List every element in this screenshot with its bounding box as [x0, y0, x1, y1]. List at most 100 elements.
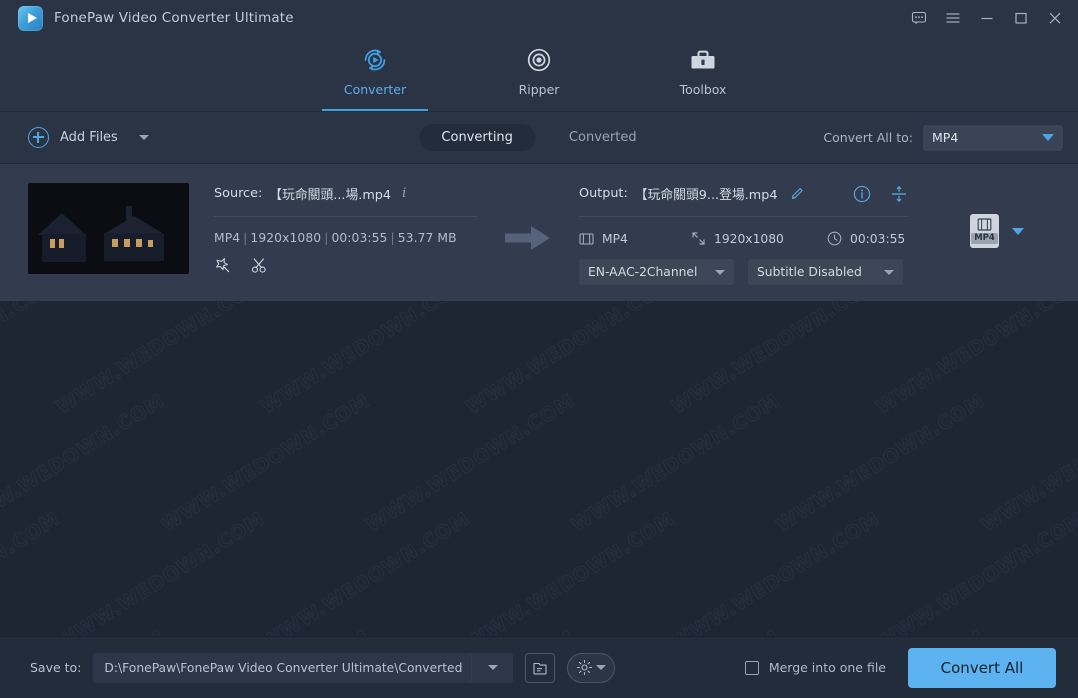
chevron-down-icon [884, 269, 894, 275]
watermark-text: WWW.WEDOWN.COM [977, 389, 1078, 537]
chevron-down-icon [715, 269, 725, 275]
watermark-text: WWW.WEDOWN.COM [0, 389, 169, 537]
source-info: Source: 【玩命關頭...場.mp4 i MP4 | 1920x1080 | 00… [214, 183, 477, 274]
menu-button[interactable] [936, 3, 970, 33]
subtitle-track-select[interactable]: Subtitle Disabled [748, 259, 903, 285]
close-icon [1049, 12, 1061, 24]
right-arrow-icon [505, 226, 550, 250]
speech-bubble-icon [911, 11, 927, 25]
save-to-label: Save to: [30, 660, 82, 675]
watermark-text: WWW.WEDOWN.COM [567, 389, 784, 537]
audio-track-select[interactable]: EN-AAC-2Channel [579, 259, 734, 285]
checkbox-box [744, 660, 759, 675]
output-properties: MP4 1920x1080 00:03:55 [579, 231, 908, 246]
watermark-text: WWW.WEDOWN.COM [157, 389, 374, 537]
window-controls [902, 3, 1072, 33]
output-duration-prop: 00:03:55 [827, 231, 905, 246]
folder-icon [533, 662, 547, 674]
convert-all-button[interactable]: Convert All [908, 647, 1056, 688]
output-info: Output: 【玩命關頭9...登場.mp4 MP4 1920x1080 00… [579, 183, 908, 285]
task-tabs: Converting Converted [419, 124, 658, 151]
application-window: FonePaw Video Converter Ultimate Convert… [0, 0, 1078, 698]
output-format-badge[interactable]: MP4 [970, 214, 999, 248]
chevron-down-icon [1042, 134, 1054, 141]
merge-label: Merge into one file [768, 660, 886, 675]
source-filesize: 53.77 MB [397, 231, 457, 245]
source-actions [214, 257, 477, 274]
output-duration: 00:03:55 [850, 231, 906, 246]
file-task-row: Source: 【玩命關頭...場.mp4 i MP4 | 1920x1080 | 00… [0, 164, 1078, 301]
watermark-text: WWW.WEDOWN.COM [52, 507, 269, 655]
save-to-path: D:\FonePaw\FonePaw Video Converter Ultim… [104, 660, 463, 675]
watermark-text: WWW.WEDOWN.COM [362, 389, 579, 537]
watermark-text: WWW.WEDOWN.COM [872, 507, 1078, 655]
add-files-button[interactable]: Add Files [28, 127, 149, 148]
convert-all-to-select[interactable]: MP4 [923, 124, 1063, 151]
disc-icon [527, 48, 551, 71]
hamburger-menu-icon [946, 13, 960, 23]
film-icon [579, 232, 594, 245]
minimize-button[interactable] [970, 3, 1004, 33]
nav-tab-toolbox[interactable]: Toolbox [650, 35, 756, 111]
minimize-icon [981, 17, 993, 20]
output-format-badge-label: MP4 [971, 233, 998, 244]
output-track-selects: EN-AAC-2Channel Subtitle Disabled [579, 259, 908, 285]
film-strip-icon [977, 218, 992, 231]
output-format-badge-group: MP4 [970, 214, 1024, 248]
main-nav: Converter Ripper Toolbox [0, 36, 1078, 112]
browse-folder-button[interactable] [525, 652, 556, 683]
output-title-row: Output: 【玩命關頭9...登場.mp4 [579, 184, 908, 203]
pencil-icon [791, 188, 803, 199]
source-format: MP4 [214, 231, 241, 245]
tab-converting[interactable]: Converting [419, 124, 535, 151]
save-to-dropdown-button[interactable] [471, 652, 513, 683]
output-settings-button[interactable] [890, 185, 908, 203]
edit-effects-button[interactable] [214, 257, 231, 274]
chevron-down-icon[interactable] [138, 135, 149, 140]
nav-tab-label: Ripper [518, 81, 560, 97]
save-to-field[interactable]: D:\FonePaw\FonePaw Video Converter Ultim… [93, 652, 514, 683]
preferences-button[interactable] [567, 652, 616, 683]
add-files-label: Add Files [60, 130, 118, 145]
nav-tab-converter[interactable]: Converter [322, 35, 428, 111]
merge-into-one-file-checkbox[interactable]: Merge into one file [744, 660, 886, 675]
conversion-arrow [505, 225, 551, 255]
maximize-icon [1015, 12, 1027, 24]
watermark-text: WWW.WEDOWN.COM [667, 507, 884, 655]
output-format: MP4 [602, 231, 628, 246]
maximize-button[interactable] [1004, 3, 1038, 33]
scissors-icon [251, 258, 266, 273]
subtitle-track-value: Subtitle Disabled [757, 265, 862, 279]
close-button[interactable] [1038, 3, 1072, 33]
source-duration: 00:03:55 [331, 231, 388, 245]
chevron-down-icon [596, 665, 607, 670]
watermark-text: WWW.WEDOWN.COM [0, 507, 64, 655]
plus-circle-icon [28, 127, 49, 148]
output-divider [579, 216, 908, 217]
resize-icon [692, 232, 705, 245]
info-italic-icon[interactable]: i [402, 186, 406, 201]
clock-icon [827, 231, 842, 246]
convert-all-to-label: Convert All to: [823, 130, 913, 145]
magic-wand-icon [216, 258, 230, 273]
output-label: Output: [579, 186, 628, 201]
bottom-bar: Save to: D:\FonePaw\FonePaw Video Conver… [0, 636, 1078, 698]
output-info-button[interactable] [853, 185, 871, 203]
video-thumbnail[interactable] [28, 183, 189, 274]
rename-button[interactable] [790, 186, 805, 201]
info-circle-icon [853, 185, 871, 202]
chevron-down-icon[interactable] [1012, 227, 1024, 235]
tab-converted[interactable]: Converted [547, 124, 659, 151]
watermark-text: WWW.WEDOWN.COM [257, 507, 474, 655]
nav-tab-ripper[interactable]: Ripper [486, 35, 592, 111]
source-meta: MP4 | 1920x1080 | 00:03:55 | 53.77 MB [214, 231, 457, 245]
title-bar: FonePaw Video Converter Ultimate [0, 0, 1078, 36]
parameter-settings-icon [892, 185, 906, 202]
source-title-row: Source: 【玩命關頭...場.mp4 i [214, 184, 477, 203]
feedback-button[interactable] [902, 3, 936, 33]
convert-all-to-value: MP4 [932, 130, 959, 145]
gear-icon [577, 659, 593, 676]
trim-button[interactable] [250, 257, 268, 274]
nav-tab-label: Toolbox [679, 81, 727, 97]
app-title: FonePaw Video Converter Ultimate [54, 10, 294, 26]
